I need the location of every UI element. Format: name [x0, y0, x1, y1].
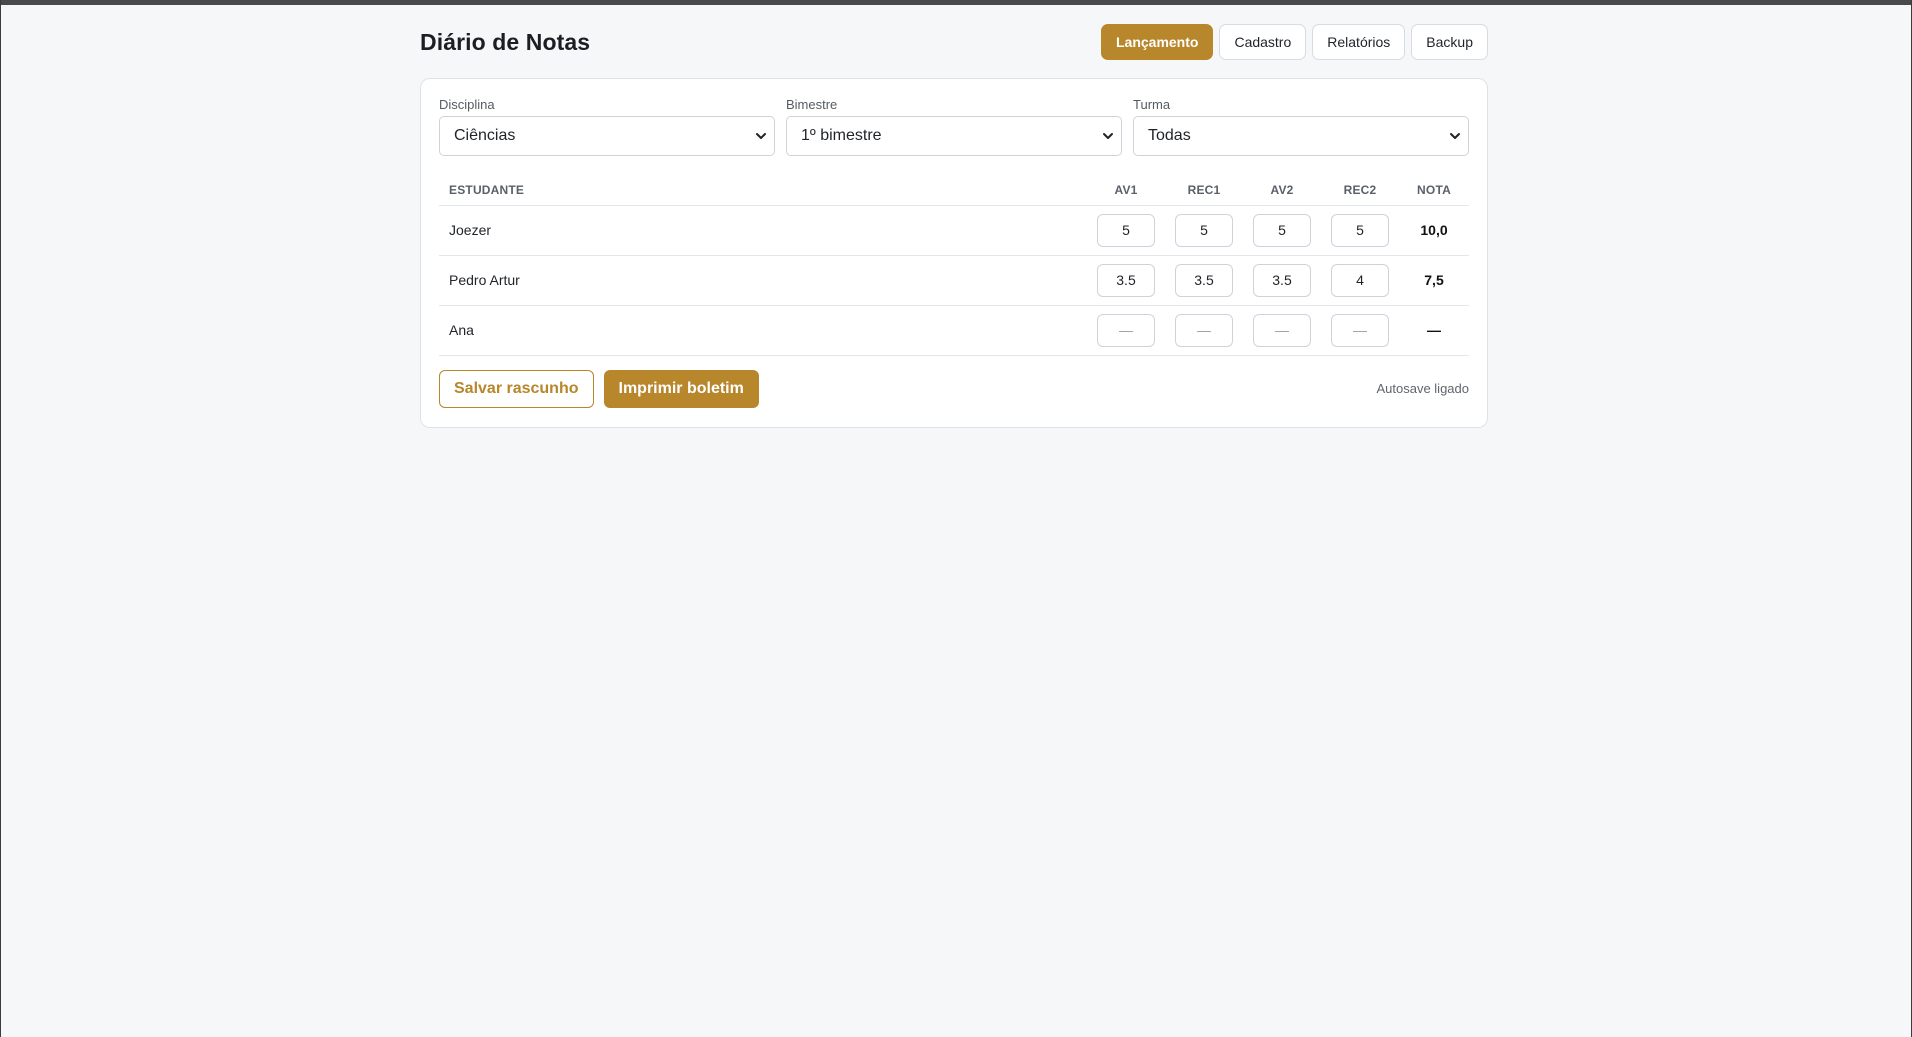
filters-row: Disciplina Ciências Bimestre 1º bimestre…: [439, 97, 1469, 156]
grade-input-av2[interactable]: —: [1253, 313, 1311, 347]
tab-backup[interactable]: Backup: [1411, 24, 1488, 60]
disciplina-select[interactable]: Ciências: [439, 116, 775, 156]
chevron-down-icon: [1450, 133, 1460, 139]
card-footer: Salvar rascunho Imprimir boletim Autosav…: [439, 369, 1469, 408]
final-grade: 10,0: [1399, 205, 1469, 256]
filter-bimestre: Bimestre 1º bimestre: [786, 97, 1122, 156]
filter-turma: Turma Todas: [1133, 97, 1469, 156]
page-title: Diário de Notas: [420, 28, 591, 55]
student-name: Joezer: [439, 205, 1087, 256]
table-row: Pedro Artur 3.5 3.5 3.5 4 7,5: [439, 255, 1469, 306]
bimestre-value: 1º bimestre: [801, 127, 882, 144]
nav-tabs: Lançamento Cadastro Relatórios Backup: [1100, 24, 1488, 60]
chevron-down-icon: [1103, 133, 1113, 139]
bimestre-label: Bimestre: [786, 97, 838, 112]
grade-input-av1[interactable]: —: [1097, 313, 1155, 347]
chevron-down-icon: [756, 133, 766, 139]
header-nota: NOTA: [1399, 175, 1469, 206]
table-row: Ana — — — — —: [439, 305, 1469, 356]
grade-input-rec1[interactable]: 3.5: [1175, 263, 1233, 297]
grades-table: ESTUDANTE AV1 REC1 AV2 REC2 NOTA Joezer …: [439, 175, 1469, 356]
actions: Salvar rascunho Imprimir boletim: [439, 369, 759, 408]
tab-cadastro[interactable]: Cadastro: [1219, 24, 1307, 60]
disciplina-value: Ciências: [454, 127, 516, 144]
student-name: Pedro Artur: [439, 255, 1087, 306]
grade-input-av1[interactable]: 3.5: [1097, 263, 1155, 297]
table-row: Joezer 5 5 5 5 10,0: [439, 205, 1469, 256]
grade-input-rec2[interactable]: —: [1331, 313, 1389, 347]
header-av2: AV2: [1243, 175, 1321, 206]
window-top-border: [0, 0, 1912, 5]
disciplina-label: Disciplina: [439, 97, 495, 112]
window-left-border: [0, 0, 1, 1037]
grades-card: Disciplina Ciências Bimestre 1º bimestre…: [420, 78, 1488, 428]
main-container: Diário de Notas Lançamento Cadastro Rela…: [420, 22, 1488, 428]
autosave-status: Autosave ligado: [1376, 381, 1469, 396]
turma-value: Todas: [1148, 127, 1191, 144]
header-estudante: ESTUDANTE: [439, 175, 1087, 206]
grade-input-rec1[interactable]: 5: [1175, 213, 1233, 247]
header-av1: AV1: [1087, 175, 1165, 206]
grade-input-av2[interactable]: 3.5: [1253, 263, 1311, 297]
turma-select[interactable]: Todas: [1133, 116, 1469, 156]
print-report-button[interactable]: Imprimir boletim: [603, 369, 759, 408]
turma-label: Turma: [1133, 97, 1171, 112]
final-grade: —: [1399, 305, 1469, 356]
grade-input-av2[interactable]: 5: [1253, 213, 1311, 247]
tab-lancamento[interactable]: Lançamento: [1100, 24, 1214, 60]
grade-input-rec1[interactable]: —: [1175, 313, 1233, 347]
final-grade: 7,5: [1399, 255, 1469, 306]
student-name: Ana: [439, 305, 1087, 356]
grade-input-rec2[interactable]: 5: [1331, 213, 1389, 247]
bimestre-select[interactable]: 1º bimestre: [786, 116, 1122, 156]
tab-relatorios[interactable]: Relatórios: [1312, 24, 1406, 60]
header-rec1: REC1: [1165, 175, 1243, 206]
header: Diário de Notas Lançamento Cadastro Rela…: [420, 22, 1488, 62]
table-header-row: ESTUDANTE AV1 REC1 AV2 REC2 NOTA: [439, 175, 1469, 206]
grade-input-av1[interactable]: 5: [1097, 213, 1155, 247]
header-rec2: REC2: [1321, 175, 1399, 206]
grade-input-rec2[interactable]: 4: [1331, 263, 1389, 297]
filter-disciplina: Disciplina Ciências: [439, 97, 775, 156]
save-draft-button[interactable]: Salvar rascunho: [439, 369, 594, 408]
